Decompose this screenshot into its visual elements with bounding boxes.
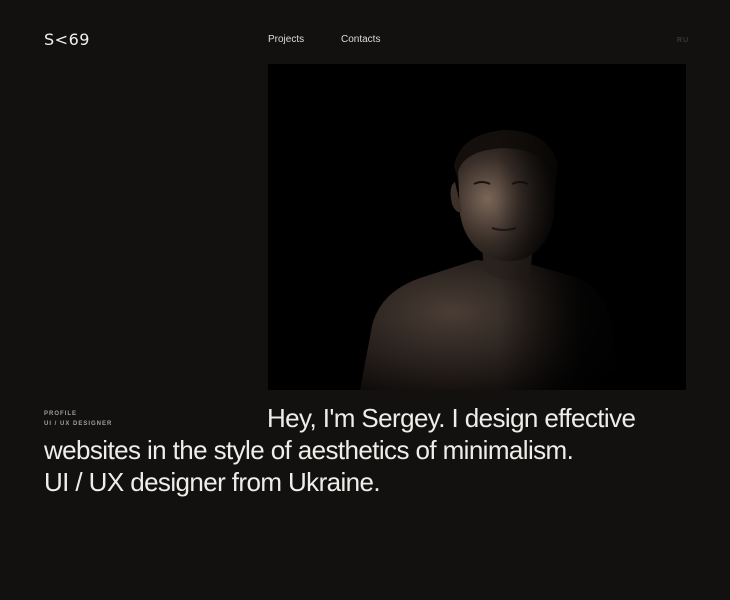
profile-photo xyxy=(268,64,686,390)
nav-contacts-link[interactable]: Contacts xyxy=(341,34,380,46)
hero-headline: Hey, I'm Sergey. I design effective webs… xyxy=(44,402,674,498)
hero-line-2: websites in the style of aesthetics of m… xyxy=(44,435,574,465)
nav-projects-link[interactable]: Projects xyxy=(268,34,304,46)
site-logo[interactable]: S<69 xyxy=(44,31,90,49)
hero-line-1: Hey, I'm Sergey. I design effective xyxy=(267,403,636,433)
language-switch[interactable]: RU xyxy=(677,37,689,45)
portrait-image xyxy=(268,64,686,390)
hero-line-3: UI / UX designer from Ukraine. xyxy=(44,467,381,497)
